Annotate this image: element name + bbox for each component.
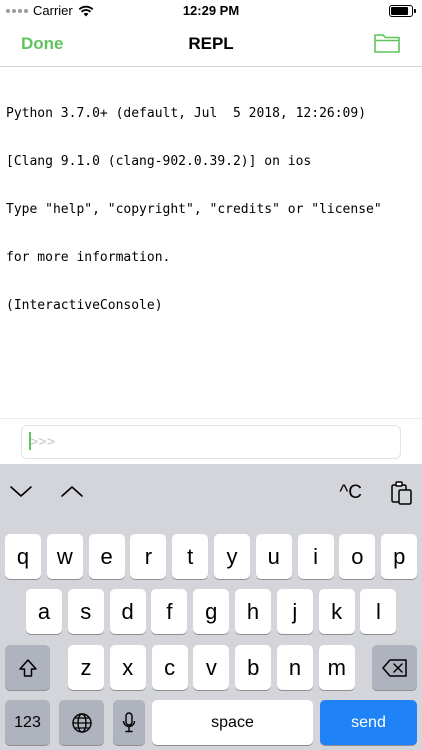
status-bar: Carrier 12:29 PM	[0, 0, 422, 22]
key-s[interactable]: s	[67, 589, 104, 634]
shift-key[interactable]	[5, 645, 50, 690]
status-time: 12:29 PM	[182, 3, 240, 18]
keyboard-toolbar: ^C	[0, 464, 422, 520]
space-key[interactable]: space	[152, 700, 313, 745]
key-i[interactable]: i	[297, 534, 334, 579]
console-line: Type "help", "copyright", "credits" or "…	[6, 202, 382, 217]
key-v[interactable]: v	[193, 645, 230, 690]
key-w[interactable]: w	[46, 534, 83, 579]
battery-icon	[389, 5, 416, 17]
paste-icon[interactable]	[389, 480, 415, 506]
chevron-up-icon[interactable]	[60, 484, 84, 498]
key-t[interactable]: t	[172, 534, 209, 579]
input-area: >>>	[0, 418, 422, 465]
key-f[interactable]: f	[151, 589, 188, 634]
folder-icon[interactable]	[373, 31, 401, 55]
globe-key[interactable]	[59, 700, 104, 745]
chevron-down-icon[interactable]	[9, 485, 33, 499]
input-prompt: >>>	[30, 434, 56, 450]
key-z[interactable]: z	[68, 645, 104, 690]
navigation-bar: Done REPL	[0, 22, 422, 67]
console-line: [Clang 9.1.0 (clang-902.0.39.2)] on ios	[6, 154, 312, 169]
key-u[interactable]: u	[255, 534, 292, 579]
key-d[interactable]: d	[109, 589, 146, 634]
repl-input[interactable]: >>>	[21, 425, 401, 459]
console-line: for more information.	[6, 250, 171, 265]
key-o[interactable]: o	[339, 534, 376, 579]
key-r[interactable]: r	[130, 534, 167, 579]
console-output: Python 3.7.0+ (default, Jul 5 2018, 12:2…	[6, 74, 416, 414]
key-x[interactable]: x	[109, 645, 146, 690]
key-q[interactable]: q	[5, 534, 41, 579]
microphone-icon	[122, 711, 136, 732]
key-k[interactable]: k	[318, 589, 355, 634]
key-m[interactable]: m	[318, 645, 355, 690]
shift-icon	[18, 658, 37, 677]
key-b[interactable]: b	[235, 645, 272, 690]
key-l[interactable]: l	[360, 589, 397, 634]
key-p[interactable]: p	[381, 534, 418, 579]
microphone-key[interactable]	[113, 700, 145, 745]
keyboard: ^C qwertyuiop asdfghjkl zxcvbnm 123 space …	[0, 464, 422, 750]
key-n[interactable]: n	[277, 645, 313, 690]
backspace-key[interactable]	[372, 645, 417, 690]
globe-icon	[71, 712, 92, 733]
key-g[interactable]: g	[193, 589, 230, 634]
ctrl-c-button[interactable]: ^C	[339, 482, 362, 504]
backspace-icon	[381, 658, 407, 677]
key-y[interactable]: y	[214, 534, 250, 579]
key-e[interactable]: e	[88, 534, 125, 579]
key-c[interactable]: c	[151, 645, 188, 690]
numbers-key[interactable]: 123	[5, 700, 50, 745]
page-title: REPL	[188, 34, 234, 53]
console-line: Python 3.7.0+ (default, Jul 5 2018, 12:2…	[6, 106, 367, 121]
text-caret	[29, 432, 31, 450]
key-h[interactable]: h	[235, 589, 271, 634]
battery-fill	[391, 7, 408, 15]
send-key[interactable]: send	[320, 700, 417, 745]
console-line: (InteractiveConsole)	[6, 298, 163, 313]
key-a[interactable]: a	[26, 589, 62, 634]
key-j[interactable]: j	[276, 589, 313, 634]
